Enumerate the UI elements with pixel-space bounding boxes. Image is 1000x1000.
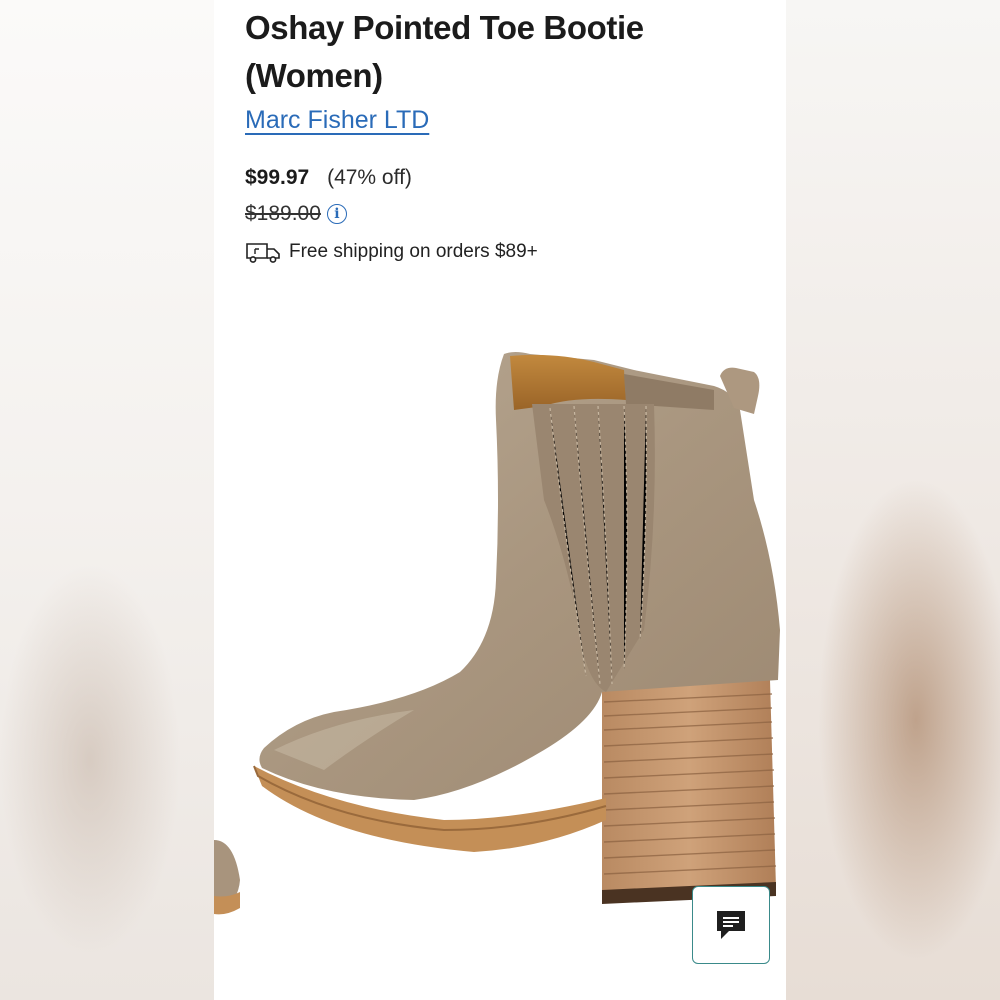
product-page: Oshay Pointed Toe Bootie (Women) Marc Fi… (214, 0, 786, 1000)
chat-icon (717, 911, 745, 939)
backdrop-right (786, 0, 1000, 1000)
shipping-text: Free shipping on orders $89+ (289, 241, 538, 262)
discount-label: (47% off) (327, 166, 412, 189)
product-title: Oshay Pointed Toe Bootie (Women) (245, 9, 644, 94)
original-price-row: $189.00 i (245, 202, 347, 226)
shipping-row: Free shipping on orders $89+ (245, 240, 538, 264)
brand-link[interactable]: Marc Fisher LTD (245, 106, 429, 135)
original-price: $189.00 (245, 202, 321, 225)
price-row: $99.97 (47% off) (245, 166, 412, 190)
info-icon[interactable]: i (326, 204, 347, 224)
chat-button[interactable] (692, 886, 770, 964)
truck-icon (246, 243, 280, 263)
backdrop-left (0, 0, 214, 1000)
sale-price: $99.97 (245, 166, 310, 189)
